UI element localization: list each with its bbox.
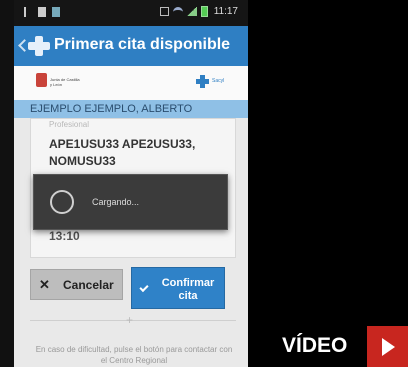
loading-text: Cargando... — [92, 197, 140, 207]
wifi-icon — [172, 7, 183, 16]
confirm-button[interactable]: Confirmar cita — [131, 267, 225, 309]
action-bar: Primera cita disponible — [14, 26, 248, 66]
left-border — [0, 0, 14, 367]
document-icon — [38, 7, 46, 17]
loading-dialog: Cargando... — [33, 174, 228, 230]
mute-icon — [159, 7, 169, 16]
junta-logo: Junta de Castilla y León — [36, 73, 80, 93]
cancel-button[interactable]: ✕ Cancelar — [30, 269, 123, 300]
status-time: 11:17 — [213, 6, 238, 17]
video-play-button[interactable] — [367, 326, 408, 367]
status-indicators: 11:17 — [159, 6, 238, 17]
phone-screen: 11:17 Primera cita disponible Junta de C… — [14, 0, 248, 367]
battery-icon — [200, 6, 208, 17]
video-label: VÍDEO — [282, 334, 348, 357]
close-icon: ✕ — [39, 277, 50, 292]
back-chevron-icon[interactable] — [18, 38, 26, 52]
signal-icon — [186, 7, 197, 16]
sacyl-logo: Sacyl — [196, 75, 230, 91]
appointment-time: 13:10 — [49, 229, 80, 243]
page-title: Primera cita disponible — [54, 36, 231, 53]
plus-icon: + — [126, 313, 134, 327]
junta-shield-icon — [36, 73, 47, 87]
spinner-icon — [50, 190, 74, 214]
junta-logo-text: Junta de Castilla y León — [50, 77, 80, 87]
check-icon — [139, 282, 149, 293]
professional-label: Profesional — [49, 120, 90, 129]
patient-name-bar: EJEMPLO EJEMPLO, ALBERTO — [14, 100, 248, 118]
professional-name: APE1USU33 APE2USU33, NOMUSU33 — [49, 137, 196, 168]
help-text: En caso de dificultad, pulse el botón pa… — [35, 345, 233, 365]
status-bar: 11:17 — [14, 0, 248, 26]
play-icon — [382, 338, 395, 356]
sd-card-icon — [52, 7, 60, 17]
usb-icon — [24, 7, 32, 17]
logos-header: Junta de Castilla y León Sacyl — [14, 66, 248, 100]
sacyl-cross-icon — [196, 75, 209, 88]
confirm-label: Confirmar cita — [161, 277, 215, 302]
app-cross-icon[interactable] — [28, 36, 50, 56]
cancel-label: Cancelar — [63, 278, 114, 292]
status-notifications — [24, 7, 60, 17]
sacyl-logo-text: Sacyl — [212, 78, 225, 84]
